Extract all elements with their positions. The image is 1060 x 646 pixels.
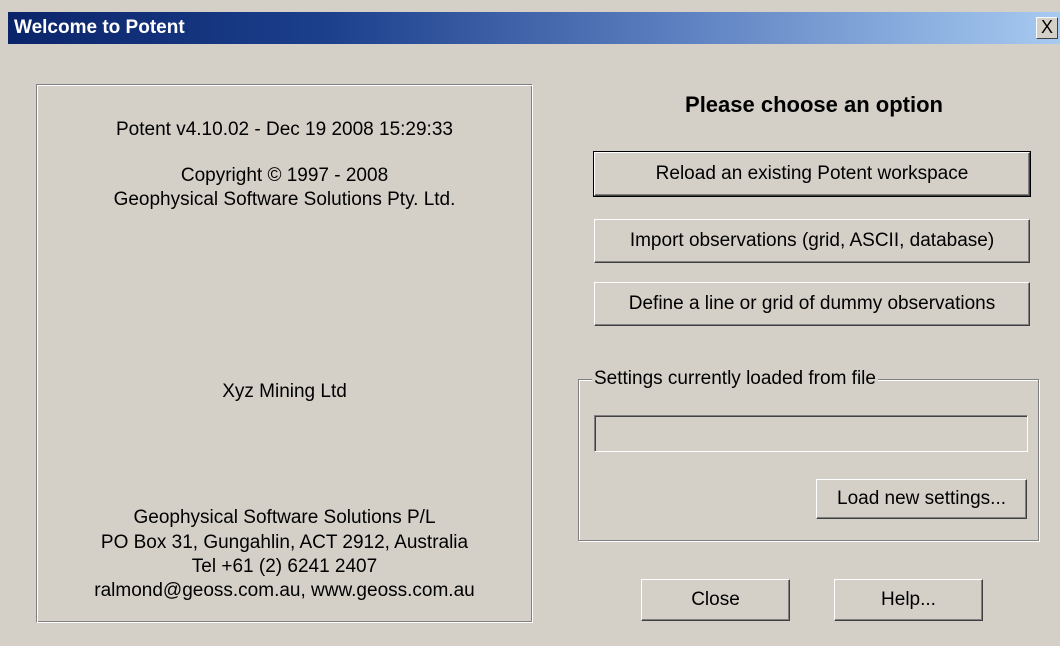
define-dummy-observations-button[interactable]: Define a line or grid of dummy observati… bbox=[594, 282, 1030, 326]
help-button[interactable]: Help... bbox=[834, 579, 983, 621]
licensee-text: Xyz Mining Ltd bbox=[222, 381, 347, 402]
close-button[interactable]: Close bbox=[641, 579, 790, 621]
about-panel: Potent v4.10.02 - Dec 19 2008 15:29:33 C… bbox=[36, 84, 533, 623]
address-po-text: PO Box 31, Gungahlin, ACT 2912, Australi… bbox=[100, 532, 469, 553]
company-text: Geophysical Software Solutions Pty. Ltd. bbox=[113, 189, 456, 210]
address-name-text: Geophysical Software Solutions P/L bbox=[133, 507, 436, 528]
load-new-settings-button[interactable]: Load new settings... bbox=[816, 479, 1027, 519]
choose-option-heading: Please choose an option bbox=[685, 92, 943, 117]
window-title: Welcome to Potent bbox=[14, 17, 185, 38]
settings-file-field[interactable] bbox=[594, 415, 1028, 452]
reload-workspace-button[interactable]: Reload an existing Potent workspace bbox=[593, 151, 1031, 197]
title-bar[interactable]: Welcome to Potent X bbox=[8, 12, 1060, 44]
contact-web-text: ralmond@geoss.com.au, www.geoss.com.au bbox=[94, 580, 475, 601]
phone-text: Tel +61 (2) 6241 2407 bbox=[191, 556, 378, 577]
settings-group-label: Settings currently loaded from file bbox=[592, 368, 878, 390]
import-observations-button[interactable]: Import observations (grid, ASCII, databa… bbox=[594, 219, 1030, 263]
welcome-dialog: Welcome to Potent X Potent v4.10.02 - De… bbox=[0, 0, 1060, 646]
version-text: Potent v4.10.02 - Dec 19 2008 15:29:33 bbox=[116, 119, 453, 140]
close-window-icon[interactable]: X bbox=[1036, 17, 1058, 39]
copyright-text: Copyright © 1997 - 2008 bbox=[180, 165, 389, 186]
